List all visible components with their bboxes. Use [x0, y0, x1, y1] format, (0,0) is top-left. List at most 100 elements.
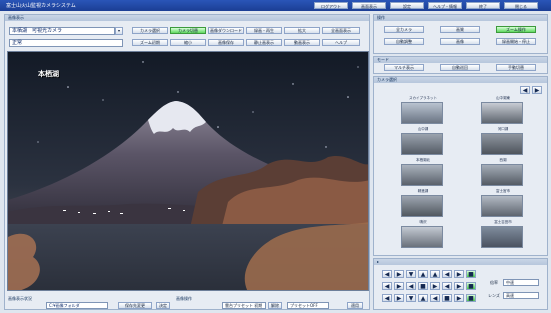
camera-thumb-image: [481, 195, 523, 217]
app-title: 富士山火山監視カメラシステム: [6, 3, 76, 9]
record-toggle-button[interactable]: 録画開始・停止: [496, 38, 536, 45]
ptz-btn-2[interactable]: ▶: [394, 270, 404, 278]
ptz-btn-5[interactable]: ▲: [430, 270, 440, 278]
camera-select-header: カメラ選択: [374, 77, 547, 83]
camera-thumb-2[interactable]: 山中湖東: [463, 96, 543, 126]
preset-mode-select[interactable]: プリセットOFF: [287, 302, 329, 309]
fullscreen-button[interactable]: 全画面表示: [322, 27, 360, 34]
ptz-label: 画像操作: [176, 296, 192, 301]
camera-thumb-6[interactable]: 西湖: [463, 158, 543, 188]
ptz-btn-13[interactable]: ▶: [430, 282, 440, 290]
change-path-button[interactable]: 保存先変更: [118, 302, 152, 309]
ptz-btn-21[interactable]: ◀: [430, 294, 440, 302]
ptz-btn-16[interactable]: ■: [466, 282, 476, 290]
zoom-operate-button[interactable]: ズーム操作: [496, 26, 536, 33]
focus-speed-select[interactable]: 高速: [503, 292, 539, 299]
camera-thumb-7[interactable]: 精進湖: [383, 189, 463, 219]
ptz-btn-12[interactable]: ■: [418, 282, 428, 290]
next-page-icon[interactable]: ▶: [532, 86, 542, 94]
all-cameras-button[interactable]: 全カメラ: [384, 26, 424, 33]
camera-thumb-4[interactable]: 河口湖: [463, 127, 543, 157]
zoom-reset-button[interactable]: ズーム初期: [132, 39, 168, 46]
ptz-btn-7[interactable]: ▶: [454, 270, 464, 278]
ptz-btn-3[interactable]: ▼: [406, 270, 416, 278]
operate-header: 操作: [374, 15, 547, 21]
preset-release-button[interactable]: 解除: [268, 302, 282, 309]
auto-patrol-button[interactable]: 自動巡回: [440, 64, 480, 71]
image-button[interactable]: 画像: [440, 38, 480, 45]
camera-field[interactable]: 本栖湖 可視光カメラ: [9, 27, 115, 35]
camera-thumb-label: 本栖湖北: [416, 158, 430, 162]
multi-view-button[interactable]: マルチ表示: [384, 64, 424, 71]
ptz-btn-20[interactable]: ▲: [418, 294, 428, 302]
camera-thumb-label: 山中湖東: [496, 96, 510, 100]
apply-button[interactable]: 適用: [347, 302, 363, 309]
camera-thumb-8[interactable]: 富士宮市: [463, 189, 543, 219]
camera-dropdown-button[interactable]: ▾: [115, 27, 123, 35]
display-button[interactable]: 画面表示: [352, 2, 386, 9]
logout-button[interactable]: ログアウト: [314, 2, 348, 9]
camera-thumb-3[interactable]: 山中湖: [383, 127, 463, 157]
zoom-speed-label: 倍率: [490, 280, 498, 285]
confirm-button[interactable]: 決定: [156, 302, 170, 309]
help-button[interactable]: ヘルプ・情報: [428, 2, 462, 9]
ptz-btn-8[interactable]: ■: [466, 270, 476, 278]
quality-button[interactable]: 画質: [440, 26, 480, 33]
manual-switch-button[interactable]: 手動切替: [496, 64, 536, 71]
ptz-btn-1[interactable]: ◀: [382, 270, 392, 278]
camera-overlay-label: 本栖湖: [38, 70, 59, 78]
camera-switch-button[interactable]: カメラ切替: [170, 27, 206, 34]
camera-thumb-1[interactable]: スカイプラネット: [383, 96, 463, 126]
exit-button[interactable]: 終了: [466, 2, 500, 9]
camera-thumb-image: [401, 133, 443, 155]
camera-thumb-label: 山中湖: [417, 127, 429, 131]
save-image-button[interactable]: 画像保存: [208, 39, 244, 46]
help-small-button[interactable]: ヘルプ: [322, 39, 360, 46]
bottom-left-label: 画像表示状況: [8, 296, 32, 301]
shrink-button[interactable]: 縮小: [170, 39, 206, 46]
record-button[interactable]: 録画・再生: [246, 27, 282, 34]
camera-thumb-image: [481, 226, 523, 248]
settings-button[interactable]: 設定: [390, 2, 424, 9]
mode-header: モード: [374, 57, 547, 63]
prev-page-icon[interactable]: ◀: [520, 86, 530, 94]
ptz-btn-18[interactable]: ▶: [394, 294, 404, 302]
camera-thumb-image: [481, 164, 523, 186]
enlarge-button[interactable]: 拡大: [284, 27, 320, 34]
camera-select-button[interactable]: カメラ選択: [132, 27, 168, 34]
ptz-btn-22[interactable]: ■: [442, 294, 452, 302]
camera-thumb-label: 鳴沢: [419, 220, 427, 224]
ptz-btn-23[interactable]: ▶: [454, 294, 464, 302]
image-panel-header: 画像表示: [5, 15, 369, 21]
camera-thumb-label: スカイプラネット: [409, 96, 437, 100]
camera-thumb-label: 河口湖: [497, 127, 509, 131]
movie-button[interactable]: 動画表示: [284, 39, 320, 46]
camera-thumb-5[interactable]: 本栖湖北: [383, 158, 463, 188]
camera-thumb-label: 富士宮市: [496, 189, 510, 193]
ptz-btn-24[interactable]: ■: [466, 294, 476, 302]
ptz-btn-14[interactable]: ◀: [442, 282, 452, 290]
zoom-speed-select[interactable]: 中速: [503, 279, 539, 286]
camera-thumb-label: 富士吉田市: [494, 220, 512, 224]
ptz-btn-19[interactable]: ▼: [406, 294, 416, 302]
ptz-btn-11[interactable]: ◀: [406, 282, 416, 290]
download-button[interactable]: 画像ダウンロード: [208, 27, 244, 34]
camera-view[interactable]: 本栖湖: [7, 51, 369, 291]
camera-thumb-image: [401, 164, 443, 186]
ptz-btn-10[interactable]: ▶: [394, 282, 404, 290]
camera-image: [8, 52, 368, 290]
ptz-btn-15[interactable]: ▶: [454, 282, 464, 290]
close-button[interactable]: 閉じる: [504, 2, 538, 9]
ptz-btn-6[interactable]: ◀: [442, 270, 452, 278]
camera-thumb-label: 精進湖: [417, 189, 429, 193]
camera-thumb-9[interactable]: 鳴沢: [383, 220, 463, 250]
camera-thumb-label: 西湖: [499, 158, 507, 162]
preset-select[interactable]: 雲台プリセット 初期: [222, 302, 266, 309]
still-image-button[interactable]: 静止画表示: [246, 39, 282, 46]
ptz-btn-4[interactable]: ▲: [418, 270, 428, 278]
save-path-field[interactable]: C:¥画像フォルダ: [46, 302, 108, 309]
ptz-btn-17[interactable]: ◀: [382, 294, 392, 302]
ptz-btn-9[interactable]: ◀: [382, 282, 392, 290]
camera-thumb-10[interactable]: 富士吉田市: [463, 220, 543, 250]
auto-adjust-button[interactable]: 自動調整: [384, 38, 424, 45]
